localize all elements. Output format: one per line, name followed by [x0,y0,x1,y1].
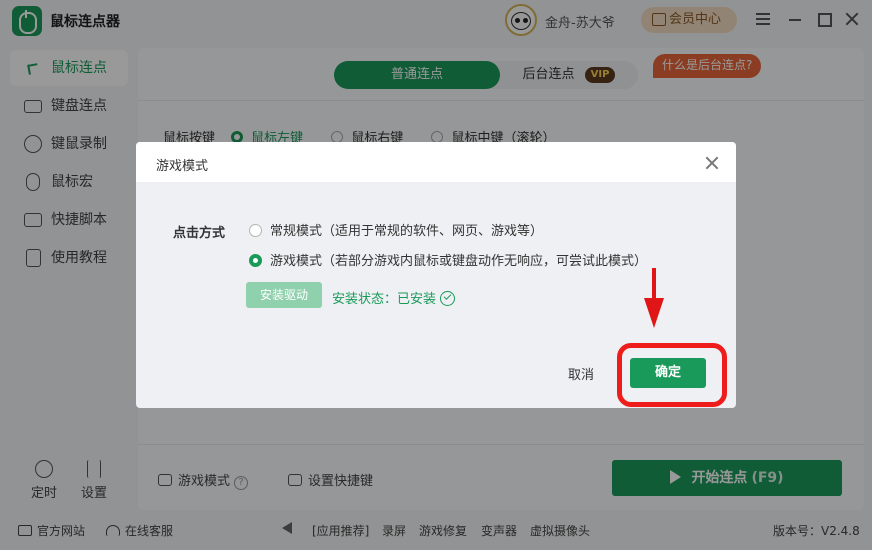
click-method-label: 点击方式 [173,226,226,241]
annotation-arrow-head-icon [644,298,664,328]
install-driver-button[interactable]: 安装驱动 [246,282,322,308]
radio-icon [249,224,262,237]
install-status: 安装状态：已安装 [332,288,456,307]
annotation-highlight [617,343,727,407]
option-label: 游戏模式（若部分游戏内鼠标或键盘动作无响应，可尝试此模式） [270,254,648,269]
dialog-header: 游戏模式 [136,142,736,182]
dialog-title: 游戏模式 [156,159,209,174]
close-icon[interactable] [704,155,720,171]
radio-selected-icon [249,254,262,267]
cancel-button[interactable]: 取消 [568,364,594,383]
install-status-text: 安装状态：已安装 [332,292,437,307]
annotation-arrow-icon [652,268,656,302]
radio-normal-mode[interactable]: 常规模式（适用于常规的软件、网页、游戏等） [249,220,543,239]
option-label: 常规模式（适用于常规的软件、网页、游戏等） [270,224,544,239]
radio-game-mode[interactable]: 游戏模式（若部分游戏内鼠标或键盘动作无响应，可尝试此模式） [249,250,647,269]
check-circle-icon [440,291,456,306]
